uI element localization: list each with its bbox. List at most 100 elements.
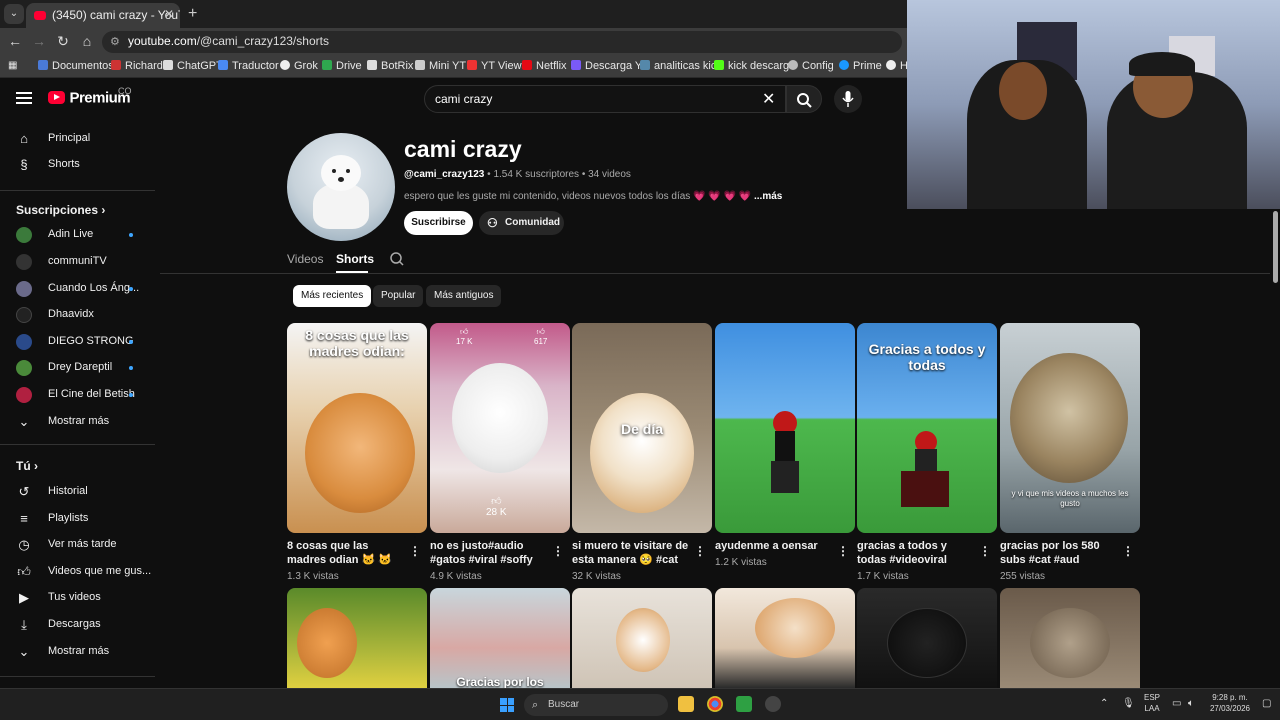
volume-icon[interactable]: 🔈︎ [1188, 698, 1194, 709]
short-thumbnail[interactable] [715, 588, 855, 688]
short-thumbnail[interactable] [715, 323, 855, 533]
bookmark-item[interactable]: Descarga YT [571, 60, 649, 72]
short-thumbnail[interactable]: Gracias a todos y todas [857, 323, 997, 533]
more-options-icon[interactable]: ⋮ [694, 544, 706, 558]
bookmark-item[interactable]: analiticas kick [640, 60, 722, 72]
sidebar-item-shorts[interactable]: § Shorts [0, 152, 155, 178]
sidebar-item-playlists[interactable]: ≡ Playlists [0, 506, 155, 532]
sidebar-item-your-videos[interactable]: ▶ Tus videos [0, 585, 155, 611]
bookmark-item[interactable]: Grok [280, 60, 318, 72]
browser-tab-active[interactable]: (3450) cami crazy - YouTube ✕ [26, 3, 180, 28]
bookmark-item[interactable]: Config [788, 60, 834, 72]
home-button[interactable]: ⌂ [78, 33, 96, 49]
tab-videos[interactable]: Videos [287, 252, 323, 266]
clock[interactable]: 9:28 p. m. 27/03/2026 [1206, 692, 1254, 714]
bookmark-item[interactable]: Mini YT [415, 60, 466, 72]
apps-grid-icon[interactable]: ▦ [8, 60, 17, 71]
short-thumbnail[interactable] [857, 588, 997, 688]
chrome-icon[interactable] [707, 696, 723, 712]
bookmark-item[interactable]: kick descarga [714, 60, 795, 72]
chip-mas-recientes[interactable]: Más recientes [293, 285, 372, 307]
description-more[interactable]: ...más [754, 191, 782, 202]
tab-search-button[interactable]: ⌄ [4, 4, 24, 24]
sidebar-subscription-item[interactable]: Drey Dareptil [0, 355, 155, 381]
subscribe-button[interactable]: Suscribirse [404, 211, 473, 235]
sidebar-subscription-item[interactable]: DIEGO STRONG [0, 329, 155, 355]
url-field[interactable]: ⚙ youtube.com/@cami_crazy123/shorts [102, 31, 902, 53]
short-thumbnail[interactable]: Gracias por los [430, 588, 570, 688]
app-icon[interactable] [765, 696, 781, 712]
sidebar-subscription-item[interactable]: El Cine del Betish [0, 382, 155, 408]
short-thumbnail[interactable] [287, 588, 427, 688]
app-icon[interactable] [736, 696, 752, 712]
channel-avatar[interactable] [287, 133, 395, 241]
short-title[interactable]: gracias a todos y todas #videoviral [857, 539, 975, 567]
short-title[interactable]: gracias por los 580 subs #cat #aud #audi… [1000, 539, 1118, 567]
you-header[interactable]: Tú › [16, 459, 38, 473]
short-title[interactable]: no es justo#audio #gatos #viral #soffy [430, 539, 548, 567]
sidebar-subscription-item[interactable]: Adin Live [0, 222, 155, 248]
clear-search-icon[interactable]: ✕ [762, 89, 775, 109]
close-tab-icon[interactable]: ✕ [164, 7, 174, 21]
channel-description[interactable]: espero que les guste mi contenido, video… [404, 191, 782, 202]
search-input[interactable]: cami crazy [424, 85, 786, 113]
short-thumbnail[interactable] [1000, 588, 1140, 688]
short-thumbnail[interactable]: 👍︎ 17 K 👍︎ 617 👍︎ 28 K [430, 323, 570, 533]
bookmark-item[interactable]: Documentos [38, 60, 114, 72]
search-button[interactable] [786, 85, 822, 113]
short-thumbnail[interactable]: 8 cosas que las madres odian: [287, 323, 427, 533]
short-thumbnail[interactable] [572, 588, 712, 688]
more-options-icon[interactable]: ⋮ [1122, 544, 1134, 558]
sidebar-item-downloads[interactable]: ⤓ Descargas [0, 612, 155, 638]
sidebar-item-principal[interactable]: ⌂ Principal [0, 126, 155, 152]
bookmark-item[interactable]: ChatGPT [163, 60, 223, 72]
new-tab-button[interactable]: + [188, 5, 197, 23]
bookmark-item[interactable]: Drive [322, 60, 362, 72]
short-thumbnail[interactable]: De día [572, 323, 712, 533]
channel-search-icon[interactable] [389, 251, 405, 270]
bookmark-item[interactable]: BotRix [367, 60, 413, 72]
community-button[interactable]: ⚇ Comunidad [479, 211, 564, 235]
bookmark-item[interactable]: Richard [111, 60, 163, 72]
tab-shorts[interactable]: Shorts [336, 252, 374, 266]
scrollbar-thumb[interactable] [1273, 211, 1278, 283]
taskbar-search[interactable]: ⌕ Buscar [524, 694, 668, 716]
short-title[interactable]: 8 cosas que las madres odian 🐱 🐱 #cat #a… [287, 539, 405, 567]
bookmark-item[interactable]: Prime [839, 60, 882, 72]
youtube-premium-logo[interactable]: Premium CO [48, 86, 132, 109]
page-scrollbar[interactable] [1271, 209, 1280, 688]
site-info-icon[interactable]: ⚙ [110, 35, 120, 48]
sidebar-subscription-item[interactable]: Dhaavidx [0, 302, 155, 328]
short-title[interactable]: si muero te visitare de esta manera 🥺 #c… [572, 539, 690, 567]
sidebar-show-more-2[interactable]: ⌄ Mostrar más [0, 639, 155, 665]
more-options-icon[interactable]: ⋮ [979, 544, 991, 558]
sidebar-subscription-item[interactable]: communiTV [0, 249, 155, 275]
bookmark-item[interactable]: Traductor [218, 60, 279, 72]
more-options-icon[interactable]: ⋮ [837, 544, 849, 558]
more-options-icon[interactable]: ⋮ [409, 544, 421, 558]
bookmark-item[interactable]: YT Views [467, 60, 527, 72]
sidebar-item-liked-videos[interactable]: 👍︎ Videos que me gus... [0, 559, 155, 585]
microphone-icon[interactable]: 🎙︎ [1122, 698, 1135, 709]
sidebar-item-watch-later[interactable]: ◷ Ver más tarde [0, 532, 155, 558]
chip-mas-antiguos[interactable]: Más antiguos [426, 285, 502, 307]
voice-search-button[interactable] [834, 85, 862, 113]
network-icon[interactable]: ▭ [1172, 698, 1181, 709]
language-indicator[interactable]: ESP LAA [1144, 692, 1160, 714]
sidebar-item-history[interactable]: ↺ Historial [0, 479, 155, 505]
sidebar-show-more[interactable]: ⌄ Mostrar más [0, 409, 155, 435]
notifications-icon[interactable]: ▢ [1262, 698, 1271, 709]
more-options-icon[interactable]: ⋮ [552, 544, 564, 558]
back-button[interactable]: ← [6, 33, 24, 49]
subscriptions-header[interactable]: Suscripciones › [16, 203, 105, 217]
sidebar-subscription-item[interactable]: Cuando Los Áng... [0, 276, 155, 302]
menu-icon[interactable] [16, 92, 32, 104]
chip-popular[interactable]: Popular [373, 285, 424, 307]
short-thumbnail[interactable]: y vi que mis videos a muchos les gusto [1000, 323, 1140, 533]
windows-start-icon[interactable] [500, 698, 514, 712]
file-explorer-icon[interactable] [678, 696, 694, 712]
reload-button[interactable]: ↻ [54, 33, 72, 50]
tray-chevron-icon[interactable]: ⌃ [1100, 698, 1108, 709]
bookmark-item[interactable]: Netflix [522, 60, 567, 72]
forward-button[interactable]: → [30, 33, 48, 49]
